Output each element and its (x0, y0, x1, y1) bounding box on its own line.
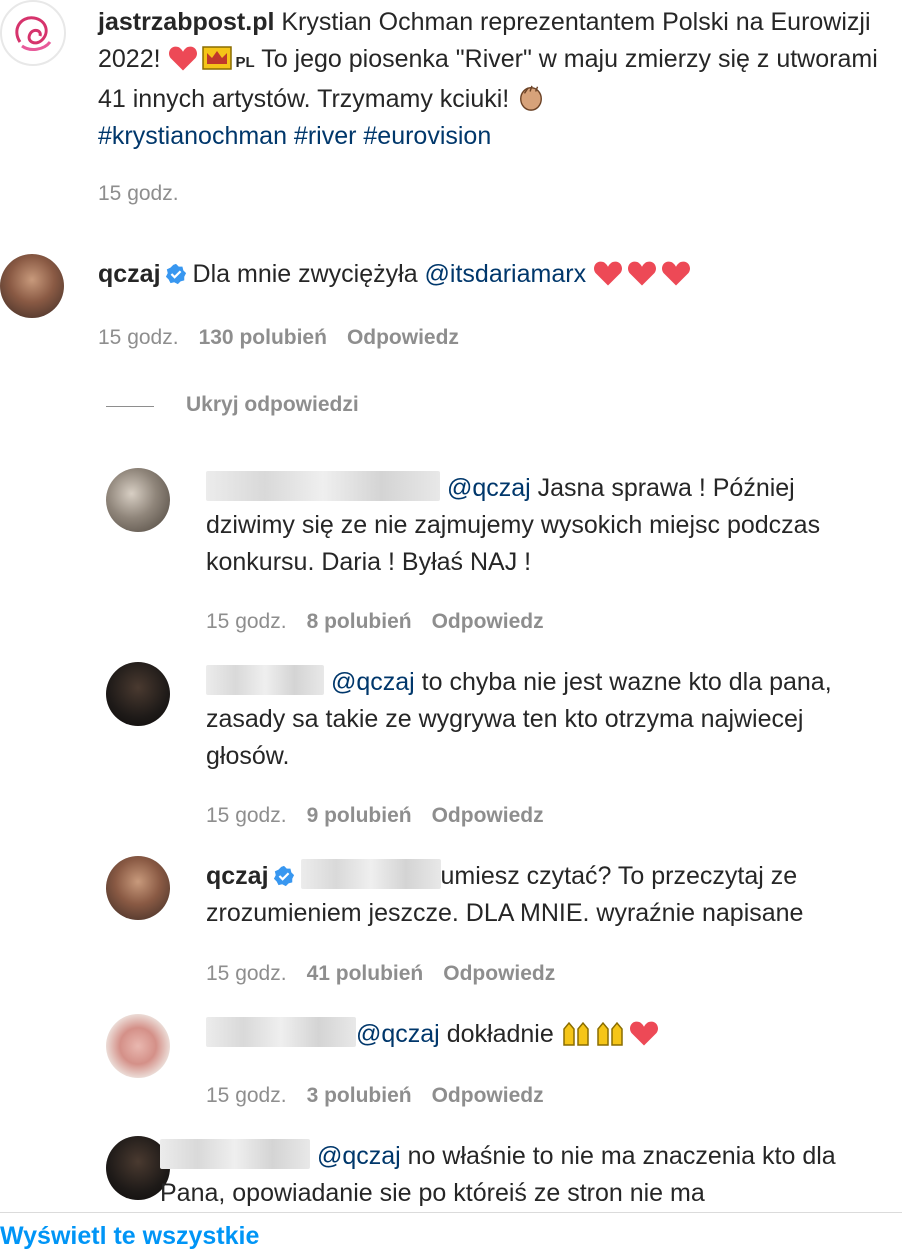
verified-badge-icon (165, 263, 186, 285)
red-heart-icon (594, 261, 623, 286)
mention-link[interactable]: @qczaj (447, 474, 531, 502)
post-author-avatar[interactable] (0, 0, 66, 66)
reply-avatar[interactable] (106, 468, 170, 532)
reply-meta: 15 godz. 8 polubień Odpowiedz (206, 610, 564, 634)
reply-comment-1: @qczaj Jasna sprawa ! Później dziwimy si… (206, 470, 846, 581)
reply-comment-2: @qczaj to chyba nie jest wazne kto dla p… (206, 664, 886, 775)
reply-comment-4: @qczaj dokładnie (206, 1016, 886, 1053)
comment-qczaj: qczaj Dla mnie zwyciężyła @itsdariamarx (98, 256, 878, 293)
reply-time: 15 godz. (206, 610, 287, 633)
crown-icon (201, 46, 232, 70)
reply-comment-3: qczaj umiesz czytać? To przeczytaj ze zro… (206, 858, 886, 932)
mention-link[interactable]: @qczaj (317, 1142, 401, 1170)
mention-link[interactable]: @itsdariamarx (425, 260, 587, 288)
reply-likes[interactable]: 8 polubień (307, 610, 412, 633)
reply-meta: 15 godz. 41 polubień Odpowiedz (206, 962, 575, 986)
reply-text: umiesz czytać? To przeczytaj ze zrozumie… (206, 862, 804, 927)
post-username[interactable]: jastrzabpost.pl (98, 8, 274, 36)
red-heart-icon (628, 261, 657, 286)
reply-comment-5-clip: @qczaj no właśnie to nie ma znaczenia kt… (160, 1138, 902, 1208)
mention-link[interactable]: @qczaj (356, 1020, 440, 1048)
hide-replies-line (106, 406, 154, 407)
reply-button[interactable]: Odpowiedz (443, 962, 555, 985)
reply-button[interactable]: Odpowiedz (432, 610, 544, 633)
reply-avatar[interactable] (106, 662, 170, 726)
blurred-mention (300, 859, 441, 889)
raising-hands-icon (562, 1021, 589, 1046)
footer-divider (0, 1212, 902, 1213)
red-heart-icon (168, 46, 197, 71)
clapping-hands-icon (520, 85, 543, 111)
reply-meta: 15 godz. 9 polubień Odpowiedz (206, 804, 564, 828)
reply-time: 15 godz. (206, 1084, 287, 1107)
comment-username[interactable]: qczaj (98, 260, 161, 288)
mention-link[interactable]: @qczaj (331, 668, 415, 696)
reply-button[interactable]: Odpowiedz (347, 326, 459, 349)
raising-hands-icon (596, 1021, 623, 1046)
jastrzab-logo-icon (15, 16, 52, 51)
reply-meta: 15 godz. 3 polubień Odpowiedz (206, 1084, 564, 1108)
flag-label: PL (235, 54, 255, 71)
blurred-username (206, 1017, 356, 1047)
verified-badge-icon (273, 865, 294, 887)
red-heart-icon (662, 261, 691, 286)
reply-time: 15 godz. (206, 962, 287, 985)
reply-avatar[interactable] (106, 1014, 170, 1078)
post-caption: jastrzabpost.pl Krystian Ochman reprezen… (98, 4, 902, 155)
blurred-username (206, 471, 440, 501)
reply-likes[interactable]: 9 polubień (307, 804, 412, 827)
reply-comment-5: @qczaj no właśnie to nie ma znaczenia kt… (160, 1138, 860, 1208)
reply-button[interactable]: Odpowiedz (432, 804, 544, 827)
red-heart-icon (629, 1021, 658, 1046)
reply-text: dokładnie (446, 1020, 554, 1048)
reply-time: 15 godz. (206, 804, 287, 827)
reply-username[interactable]: qczaj (206, 862, 269, 890)
post-meta: 15 godz. (98, 182, 199, 206)
qczaj-avatar[interactable] (0, 254, 64, 318)
post-time: 15 godz. (98, 182, 179, 205)
blurred-username (206, 665, 324, 695)
reply-button[interactable]: Odpowiedz (432, 1084, 544, 1107)
blurred-username (160, 1139, 310, 1169)
comment-time: 15 godz. (98, 326, 179, 349)
comment-likes[interactable]: 130 polubień (199, 326, 327, 349)
view-all-link[interactable]: Wyświetl te wszystkie (0, 1222, 259, 1251)
reply-likes[interactable]: 3 polubień (307, 1084, 412, 1107)
hide-replies-button[interactable]: Ukryj odpowiedzi (186, 393, 359, 417)
qczaj-avatar[interactable] (106, 856, 170, 920)
comment-meta: 15 godz. 130 polubień Odpowiedz (98, 326, 479, 350)
post-hashtags[interactable]: #krystianochman #river #eurovision (98, 122, 491, 150)
comment-text: Dla mnie zwyciężyła (192, 260, 418, 288)
reply-likes[interactable]: 41 polubień (307, 962, 424, 985)
